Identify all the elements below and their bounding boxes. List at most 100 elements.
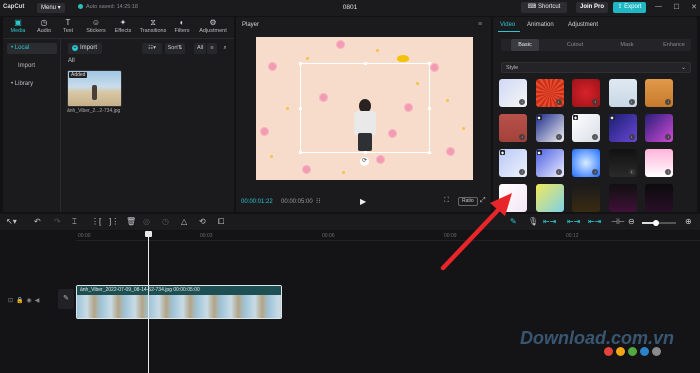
track-cover-icon[interactable]: ⊡ [8,298,16,304]
reverse-icon[interactable]: ◷ [162,217,169,227]
download-icon[interactable]: ↓ [665,169,671,175]
media-thumbnail[interactable]: Added [67,70,122,107]
zoom-out-icon[interactable]: ⊖ [628,217,635,227]
maximize-icon[interactable]: ☐ [673,3,679,11]
export-button[interactable]: ⇪ Export [613,2,646,13]
eye-icon[interactable]: ◉ [27,298,35,304]
play-icon[interactable]: ▶ [360,197,366,206]
style-preset-tile[interactable]: ↓ [535,79,564,107]
style-preset-tile[interactable]: ↓ [499,114,527,142]
preview-axis-icon[interactable]: ⊣⊢ [611,217,625,227]
tab-animation[interactable]: Animation [527,22,554,28]
download-icon[interactable]: ↓ [592,134,598,140]
resize-handle[interactable] [428,151,431,154]
tab-media[interactable]: ▣ Media [5,18,31,34]
selection-box[interactable] [299,62,431,154]
tab-audio[interactable]: ◷ Audio [31,18,57,34]
fullscreen-icon[interactable]: ⤢ [480,197,486,205]
style-preset-tile[interactable]: ↓ [608,149,637,177]
filter-icon[interactable]: ≡ [207,43,217,54]
split-right-icon[interactable]: ]⋮ [109,217,119,227]
resize-handle[interactable] [364,62,367,65]
search-icon[interactable]: ⌕ [220,43,230,54]
tab-transitions[interactable]: ⧖ Transitions [137,18,169,34]
subtab-enhance[interactable]: Enhance [659,39,689,51]
sidebar-item-library[interactable]: • Library [7,79,57,90]
subtab-mask[interactable]: Mask [613,39,641,51]
close-icon[interactable]: ✕ [691,3,697,11]
download-icon[interactable]: ↓ [555,99,562,105]
player-menu-icon[interactable]: ≡ [478,21,482,28]
crop-icon[interactable]: ⛶ [444,197,449,205]
crop-clip-icon[interactable]: ⧠ [218,217,224,227]
redo-icon[interactable]: ↷ [54,217,61,227]
download-icon[interactable]: ↓ [628,99,635,105]
record-icon[interactable]: ✎ [510,217,517,227]
style-preset-tile[interactable]: ↓ [645,79,673,107]
zoom-slider[interactable] [642,220,676,226]
style-preset-tile[interactable]: ◆ ↓ [608,114,637,142]
subtab-cutout[interactable]: Cutout [561,39,589,51]
zoom-in-icon[interactable]: ⊕ [685,217,692,227]
style-dropdown[interactable]: Style ⌄ [501,62,691,73]
mirror-icon[interactable]: △ [181,217,187,227]
zoom-slider-knob[interactable] [653,220,659,226]
style-preset-tile[interactable]: ↓ [572,79,600,107]
resize-handle[interactable] [299,151,302,154]
download-icon[interactable]: ↓ [519,169,525,175]
download-icon[interactable]: ↓ [555,169,562,175]
tab-video[interactable]: Video [500,22,515,28]
tab-filters[interactable]: ◐ Filters [170,18,194,34]
select-tool-icon[interactable]: ↖▾ [6,217,17,227]
resize-handle[interactable] [299,107,302,110]
download-icon[interactable]: ↓ [519,134,525,140]
tab-stickers[interactable]: ☺ Stickers [83,18,109,34]
resize-handle[interactable] [364,151,367,154]
download-icon[interactable]: ↓ [628,134,635,140]
audio-icon[interactable]: ◀ [35,298,43,304]
minimize-icon[interactable]: — [655,3,662,11]
playhead-handle[interactable] [145,231,152,237]
menu-button[interactable]: Menu ▾ [37,3,65,13]
ratio-button[interactable]: Ratio [458,197,478,206]
freeze-icon[interactable]: ◎ [143,217,150,227]
style-preset-tile[interactable]: ↓ [572,149,600,177]
video-clip[interactable]: ảnh_Viber_2022-07-09_08-14-52-734.jpg 00… [76,285,282,319]
style-preset-tile[interactable]: ↓ [645,114,673,142]
style-preset-tile[interactable] [535,184,564,212]
filter-all-button[interactable]: All [194,43,206,54]
playhead[interactable] [148,231,149,373]
sidebar-item-import[interactable]: Import [7,61,57,72]
sort-button[interactable]: Sort⇅ [165,43,185,54]
import-button[interactable]: + Import [68,43,102,54]
tab-adjustment[interactable]: ⚙ Adjustment [195,18,231,34]
tab-text[interactable]: T Text [57,18,79,34]
style-preset-tile[interactable] [608,184,637,212]
style-preset-tile[interactable]: ↓ [645,149,673,177]
timeline-view-icon[interactable]: ⁝⁝ [316,197,320,205]
delete-icon[interactable]: 🗑 [126,217,136,227]
shortcut-button[interactable]: ⌨ Shortcut [521,2,567,13]
main-track-magnet-icon[interactable]: ⇤⇥ [543,217,556,227]
style-preset-tile[interactable] [572,184,600,212]
download-icon[interactable]: ↓ [665,99,671,105]
auto-snap-icon[interactable]: ⇤⇥ [567,217,580,227]
sidebar-item-local[interactable]: • Local [7,43,57,54]
download-icon[interactable]: ↓ [519,99,525,105]
cover-edit-button[interactable]: ✎ [58,289,74,309]
style-preset-tile[interactable]: ↓ [499,79,527,107]
timeline-panel[interactable]: 00:00 00:03 00:06 00:09 00:12 ⊡🔒◉◀ ✎ ảnh… [0,231,700,373]
rotate-clip-icon[interactable]: ⟲ [199,217,206,227]
undo-icon[interactable]: ↶ [34,217,41,227]
download-icon[interactable]: ↓ [592,169,598,175]
style-preset-tile[interactable] [499,184,527,212]
tab-effects[interactable]: ✦ Effects [110,18,136,34]
resize-handle[interactable] [428,107,431,110]
download-icon[interactable]: ↓ [665,134,671,140]
subtab-basic[interactable]: Basic [511,39,539,51]
microphone-icon[interactable]: 🎙 [528,217,538,227]
join-pro-button[interactable]: Join Pro [576,2,608,13]
style-preset-tile[interactable]: ◆ ↓ [499,149,527,177]
style-preset-tile[interactable]: ◆ ↓ [535,114,564,142]
download-icon[interactable]: ↓ [592,99,598,105]
